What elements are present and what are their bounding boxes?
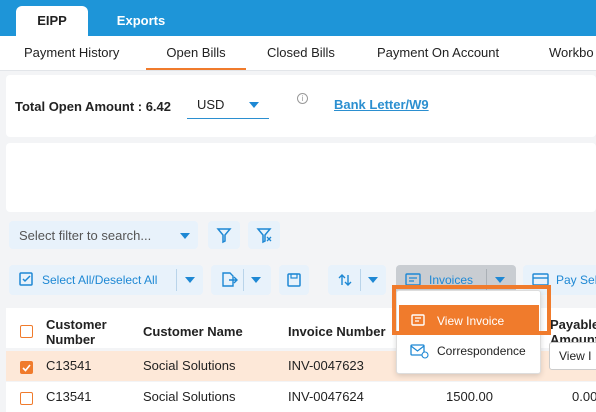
select-all-icon <box>19 272 33 286</box>
tooltip: View I <box>549 342 596 370</box>
sub-navigation: Payment History Open Bills Closed Bills … <box>0 36 596 71</box>
empty-panel <box>6 143 596 212</box>
tab-payment-on-account[interactable]: Payment On Account <box>377 36 499 70</box>
chevron-down-icon[interactable] <box>251 277 261 283</box>
bank-letter-link[interactable]: Bank Letter/W9 <box>334 97 429 112</box>
save-button[interactable] <box>279 265 309 295</box>
filter-clear-button[interactable] <box>248 221 280 249</box>
chevron-down-icon <box>249 102 259 108</box>
cell-invoice-number: INV-0047624 <box>288 389 364 404</box>
chevron-down-icon[interactable] <box>495 277 505 283</box>
filter-select[interactable]: Select filter to search... <box>9 221 198 249</box>
filter-clear-icon <box>256 228 272 244</box>
export-button[interactable] <box>211 265 271 295</box>
top-bar: EIPP Exports <box>0 0 596 36</box>
cell-invoice-number: INV-0047623 <box>288 358 364 373</box>
cell-customer-number: C13541 <box>46 358 92 373</box>
mail-icon <box>410 344 429 359</box>
currency-value: USD <box>197 97 225 112</box>
cell-customer-name: Social Solutions <box>143 389 236 404</box>
pay-selected-label: Pay Sel <box>556 273 596 287</box>
tab-open-bills[interactable]: Open Bills <box>146 36 246 70</box>
sort-icon <box>338 274 352 286</box>
selection-highlight <box>392 285 551 335</box>
cell-payable: 0.00 <box>572 389 596 404</box>
cell-customer-name: Social Solutions <box>143 358 236 373</box>
filter-placeholder: Select filter to search... <box>19 228 152 243</box>
tab-closed-bills[interactable]: Closed Bills <box>267 36 335 70</box>
select-all-button[interactable]: Select All/Deselect All <box>9 265 203 295</box>
filter-icon <box>216 228 232 244</box>
menu-item-label: Correspondence <box>437 344 526 358</box>
menu-item-correspondence[interactable]: Correspondence <box>399 337 539 365</box>
chevron-down-icon[interactable] <box>368 277 378 283</box>
summary-panel: Total Open Amount : 6.42 USD i Bank Lett… <box>6 75 596 137</box>
tab-payment-history[interactable]: Payment History <box>24 36 119 70</box>
row-checkbox[interactable] <box>20 392 33 405</box>
sort-button[interactable] <box>328 265 386 295</box>
tooltip-text: View I <box>559 349 592 363</box>
export-icon <box>222 272 238 287</box>
header-invoice-number[interactable]: Invoice Number <box>288 324 386 339</box>
chevron-down-icon[interactable] <box>185 277 195 283</box>
row-checkbox[interactable] <box>20 361 33 374</box>
cell-customer-number: C13541 <box>46 389 92 404</box>
table-row[interactable]: C13541 Social Solutions INV-0047624 1500… <box>6 382 596 412</box>
check-icon <box>22 364 31 372</box>
tab-workbook[interactable]: Workbo <box>549 36 594 70</box>
currency-select[interactable]: USD <box>187 91 269 119</box>
header-customer-name[interactable]: Customer Name <box>143 324 243 339</box>
filter-apply-button[interactable] <box>208 221 240 249</box>
header-customer-number[interactable]: Customer Number <box>46 317 126 347</box>
cell-amount: 1500.00 <box>446 389 493 404</box>
save-icon <box>287 273 301 287</box>
tab-exports[interactable]: Exports <box>104 6 178 36</box>
info-icon[interactable]: i <box>297 93 308 104</box>
select-all-label: Select All/Deselect All <box>42 273 158 287</box>
select-all-checkbox[interactable] <box>20 325 33 338</box>
total-open-amount: Total Open Amount : 6.42 <box>15 99 172 114</box>
tab-eipp[interactable]: EIPP <box>16 6 88 36</box>
chevron-down-icon <box>180 233 190 239</box>
